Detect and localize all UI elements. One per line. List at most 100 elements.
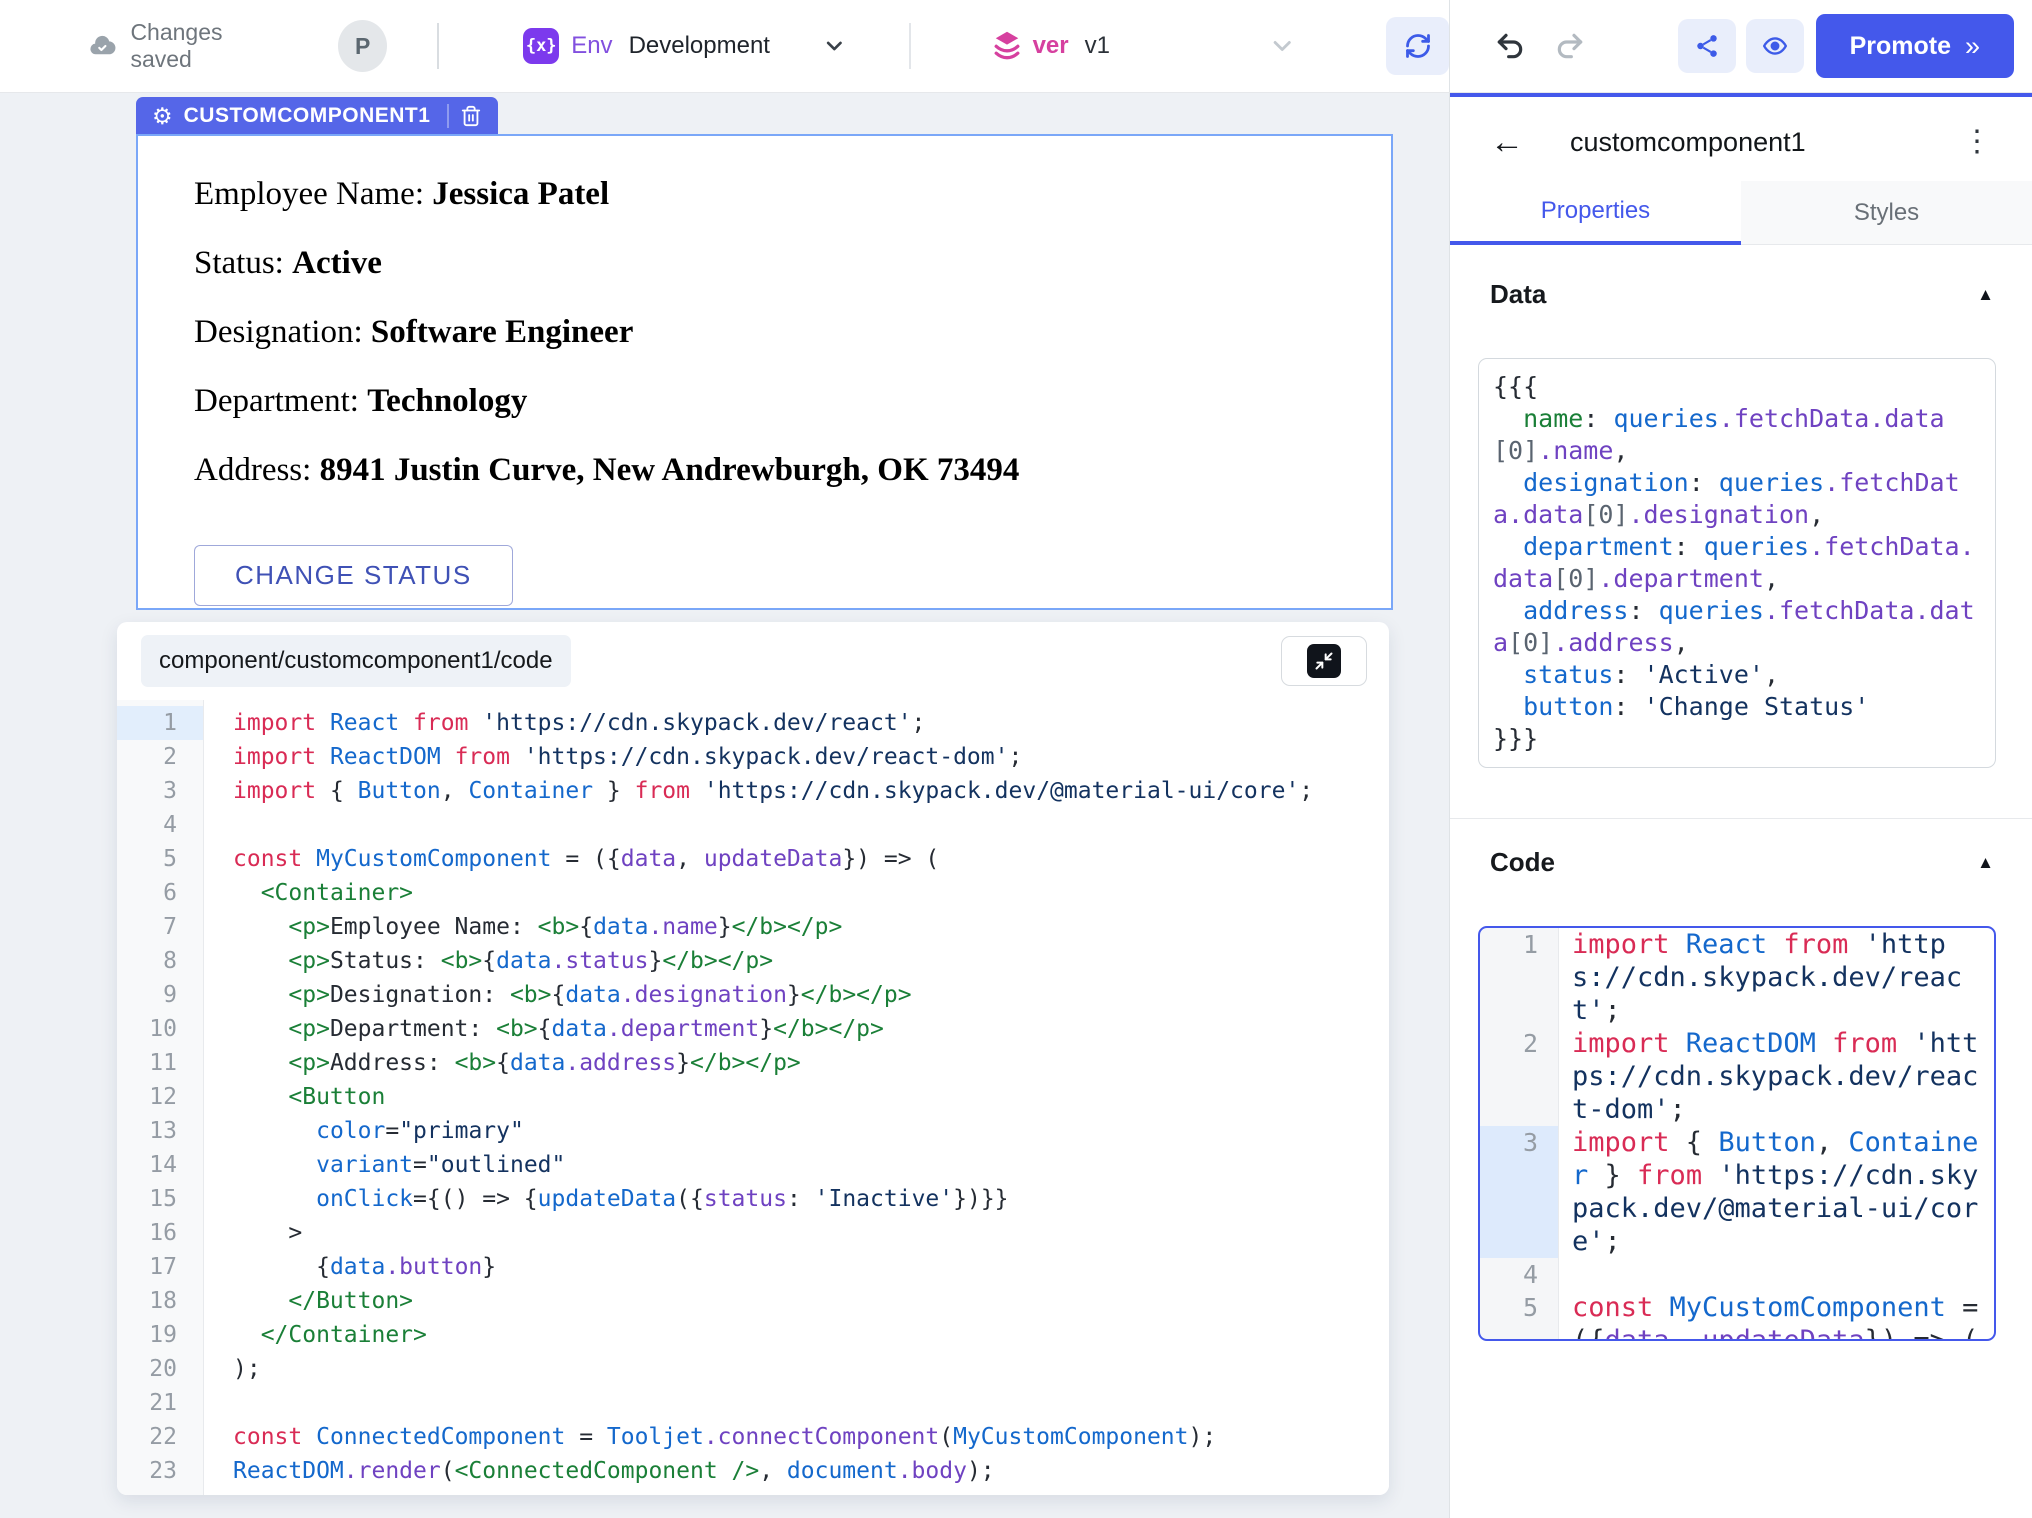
code-text: r } from 'https://cdn.sky bbox=[1558, 1159, 1978, 1192]
code-line[interactable]: 1import React from 'http bbox=[1480, 928, 1994, 961]
inspector-tabs: Properties Styles bbox=[1450, 181, 2032, 245]
code-line[interactable]: 12 <Button bbox=[117, 1080, 1389, 1114]
code-line[interactable]: a.data[0].designation, bbox=[1493, 499, 1981, 531]
code-line[interactable]: 4 bbox=[117, 808, 1389, 842]
collapse-editor-button[interactable] bbox=[1281, 636, 1367, 686]
code-line[interactable]: ({data, updateData}) => ( bbox=[1480, 1324, 1994, 1341]
code-line[interactable]: department: queries.fetchData. bbox=[1493, 531, 1981, 563]
collapse-icon bbox=[1307, 644, 1341, 678]
code-line[interactable]: 4 bbox=[1480, 1258, 1994, 1291]
code-line[interactable]: 13 color="primary" bbox=[117, 1114, 1389, 1148]
code-line[interactable]: data[0].department, bbox=[1493, 563, 1981, 595]
main-code-editor[interactable]: 1import React from 'https://cdn.skypack.… bbox=[117, 700, 1389, 1495]
avatar[interactable]: P bbox=[338, 20, 387, 72]
canvas[interactable]: ⚙ CUSTOMCOMPONENT1 Employee Name: Jessic… bbox=[0, 93, 2032, 1518]
chevron-down-icon[interactable] bbox=[822, 33, 847, 59]
code-line[interactable]: [0].name, bbox=[1493, 435, 1981, 467]
code-line[interactable]: 21 bbox=[117, 1386, 1389, 1420]
code-line[interactable]: 3import { Button, Container } from 'http… bbox=[117, 774, 1389, 808]
code-line[interactable]: e'; bbox=[1480, 1225, 1994, 1258]
code-line[interactable]: 20); bbox=[117, 1352, 1389, 1386]
line-number: 1 bbox=[117, 706, 203, 740]
line-number: 16 bbox=[117, 1216, 203, 1250]
custom-component-widget[interactable]: Employee Name: Jessica PatelStatus: Acti… bbox=[136, 134, 1393, 610]
code-text: ps://cdn.skypack.dev/reac bbox=[1558, 1060, 1978, 1093]
collapse-triangle-icon[interactable]: ▲ bbox=[1977, 285, 1994, 305]
code-text: a.data[0].designation, bbox=[1493, 499, 1824, 531]
tab-styles[interactable]: Styles bbox=[1741, 181, 2032, 245]
code-line[interactable]: r } from 'https://cdn.sky bbox=[1480, 1159, 1994, 1192]
back-arrow-icon[interactable]: ← bbox=[1490, 125, 1524, 159]
code-line[interactable]: t-dom'; bbox=[1480, 1093, 1994, 1126]
line-number: 3 bbox=[1480, 1126, 1558, 1159]
line-number: 1 bbox=[1480, 928, 1558, 961]
code-line[interactable]: 23ReactDOM.render(<ConnectedComponent />… bbox=[117, 1454, 1389, 1488]
code-line[interactable]: 5const MyCustomComponent = ({data, updat… bbox=[117, 842, 1389, 876]
code-line[interactable]: 17 {data.button} bbox=[117, 1250, 1389, 1284]
code-line[interactable]: 2import ReactDOM from 'htt bbox=[1480, 1027, 1994, 1060]
collapse-triangle-icon[interactable]: ▲ bbox=[1977, 853, 1994, 873]
promote-label: Promote bbox=[1850, 32, 1951, 61]
code-line[interactable]: button: 'Change Status' bbox=[1493, 691, 1981, 723]
code-text: button: 'Change Status' bbox=[1493, 691, 1869, 723]
promote-button[interactable]: Promote » bbox=[1816, 14, 2014, 78]
line-number: 17 bbox=[117, 1250, 203, 1284]
chevron-down-icon[interactable] bbox=[1268, 31, 1296, 61]
redo-button[interactable] bbox=[1554, 30, 1586, 62]
field-label: Address: bbox=[194, 452, 320, 488]
code-line[interactable]: 19 </Container> bbox=[117, 1318, 1389, 1352]
code-line[interactable]: pack.dev/@material-ui/cor bbox=[1480, 1192, 1994, 1225]
line-number: 21 bbox=[117, 1386, 203, 1420]
refresh-button[interactable] bbox=[1386, 17, 1449, 75]
line-number: 9 bbox=[117, 978, 203, 1012]
code-line[interactable]: status: 'Active', bbox=[1493, 659, 1981, 691]
code-line[interactable]: 11 <p>Address: <b>{data.address}</b></p> bbox=[117, 1046, 1389, 1080]
code-line[interactable]: s://cdn.skypack.dev/reac bbox=[1480, 961, 1994, 994]
field-row: Department: Technology bbox=[194, 379, 1391, 423]
code-text: import { Button, Container } from 'https… bbox=[203, 774, 1313, 808]
code-line[interactable]: 15 onClick={() => {updateData({status: '… bbox=[117, 1182, 1389, 1216]
code-text: ReactDOM.render(<ConnectedComponent />, … bbox=[203, 1454, 995, 1488]
code-line[interactable]: }}} bbox=[1493, 723, 1981, 755]
code-text: > bbox=[203, 1216, 302, 1250]
field-row: Status: Active bbox=[194, 241, 1391, 285]
code-line[interactable]: 6 <Container> bbox=[117, 876, 1389, 910]
code-line[interactable]: 10 <p>Department: <b>{data.department}</… bbox=[117, 1012, 1389, 1046]
data-fx-editor[interactable]: {{{ name: queries.fetchData.data[0].name… bbox=[1478, 358, 1996, 768]
code-line[interactable]: 8 <p>Status: <b>{data.status}</b></p> bbox=[117, 944, 1389, 978]
code-text: [0].name, bbox=[1493, 435, 1628, 467]
code-line[interactable]: ps://cdn.skypack.dev/reac bbox=[1480, 1060, 1994, 1093]
code-line[interactable]: 14 variant="outlined" bbox=[117, 1148, 1389, 1182]
code-line[interactable]: 9 <p>Designation: <b>{data.designation}<… bbox=[117, 978, 1389, 1012]
code-line[interactable]: 5const MyCustomComponent = bbox=[1480, 1291, 1994, 1324]
code-line[interactable]: a[0].address, bbox=[1493, 627, 1981, 659]
version-selector[interactable]: v1 bbox=[1085, 32, 1110, 60]
trash-icon[interactable] bbox=[460, 105, 482, 127]
code-line[interactable]: name: queries.fetchData.data bbox=[1493, 403, 1981, 435]
changes-saved-status: Changes saved bbox=[130, 19, 282, 73]
code-text: a[0].address, bbox=[1493, 627, 1689, 659]
code-text: import ReactDOM from 'https://cdn.skypac… bbox=[203, 740, 1022, 774]
undo-button[interactable] bbox=[1494, 30, 1526, 62]
code-line[interactable]: 2import ReactDOM from 'https://cdn.skypa… bbox=[117, 740, 1389, 774]
code-line[interactable]: address: queries.fetchData.dat bbox=[1493, 595, 1981, 627]
code-line[interactable]: 1import React from 'https://cdn.skypack.… bbox=[117, 706, 1389, 740]
code-line[interactable]: t'; bbox=[1480, 994, 1994, 1027]
code-line[interactable]: 16 > bbox=[117, 1216, 1389, 1250]
code-line[interactable]: 7 <p>Employee Name: <b>{data.name}</b></… bbox=[117, 910, 1389, 944]
change-status-button[interactable]: CHANGE STATUS bbox=[194, 545, 513, 606]
preview-eye-button[interactable] bbox=[1746, 19, 1804, 73]
share-button[interactable] bbox=[1678, 19, 1736, 73]
field-label: Employee Name: bbox=[194, 176, 432, 212]
env-selector[interactable]: Development bbox=[629, 32, 770, 60]
component-tag[interactable]: ⚙ CUSTOMCOMPONENT1 bbox=[136, 97, 498, 135]
code-line[interactable]: 22const ConnectedComponent = Tooljet.con… bbox=[117, 1420, 1389, 1454]
gear-icon[interactable]: ⚙ bbox=[152, 105, 173, 128]
code-line[interactable]: 18 </Button> bbox=[117, 1284, 1389, 1318]
code-line[interactable]: {{{ bbox=[1493, 371, 1981, 403]
code-line[interactable]: 3import { Button, Containe bbox=[1480, 1126, 1994, 1159]
inspector-code-editor[interactable]: 1import React from 'https://cdn.skypack.… bbox=[1478, 926, 1996, 1341]
tab-properties[interactable]: Properties bbox=[1450, 181, 1741, 245]
code-line[interactable]: designation: queries.fetchDat bbox=[1493, 467, 1981, 499]
kebab-menu-icon[interactable]: ⋮ bbox=[1962, 127, 1992, 157]
